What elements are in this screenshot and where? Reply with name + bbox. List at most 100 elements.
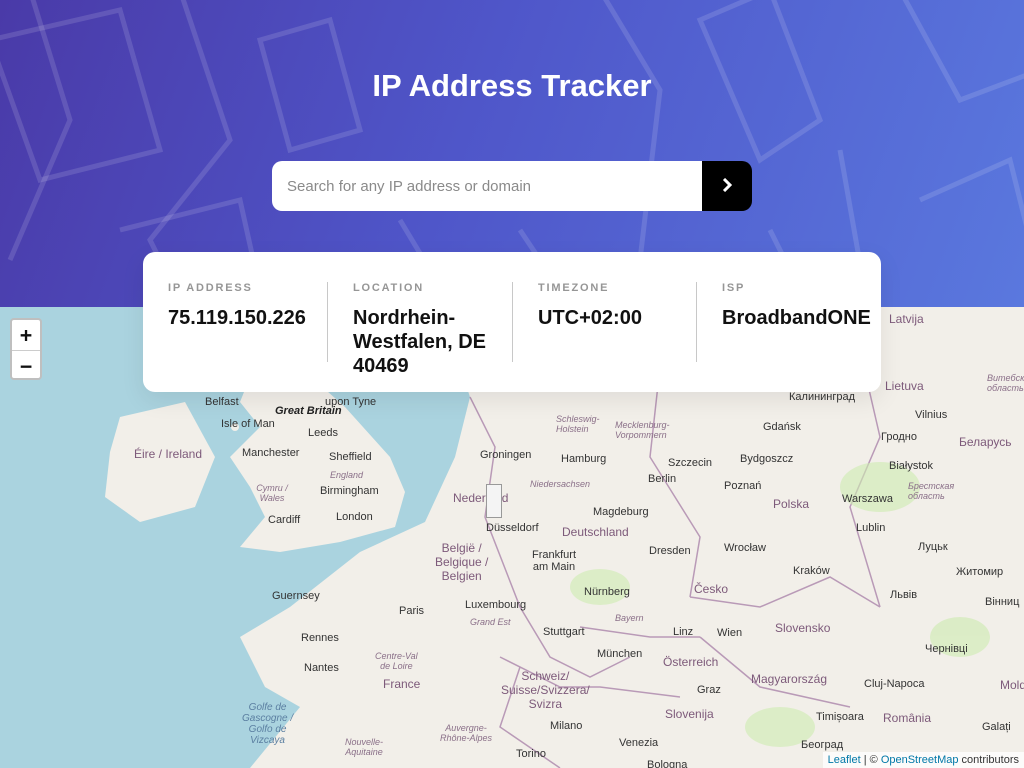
ip-address-section: IP ADDRESS 75.119.150.226 bbox=[168, 282, 313, 330]
map-label: Paris bbox=[399, 605, 425, 617]
map-label: Stuttgart bbox=[543, 626, 585, 638]
map-label: Österreich bbox=[663, 655, 719, 669]
map-label: Poznań bbox=[724, 480, 762, 492]
ip-info-card: IP ADDRESS 75.119.150.226 LOCATION Nordr… bbox=[143, 252, 881, 392]
openstreetmap-link[interactable]: OpenStreetMap bbox=[881, 754, 959, 766]
map-label: Gdańsk bbox=[763, 421, 801, 433]
map-label: Луцьк bbox=[918, 541, 948, 553]
map-label: Isle of Man bbox=[221, 418, 275, 430]
map-label: Беларусь bbox=[959, 435, 1012, 449]
map-label: Graz bbox=[697, 684, 721, 696]
map-label: Éire / Ireland bbox=[134, 447, 203, 461]
map-label: Düsseldorf bbox=[486, 522, 539, 534]
map-label: Bayern bbox=[615, 613, 644, 623]
map-label: upon Tyne bbox=[325, 396, 377, 408]
map-label: Moldo bbox=[1000, 678, 1024, 692]
map-label: Cluj-Napoca bbox=[864, 678, 925, 690]
ip-address-value: 75.119.150.226 bbox=[168, 307, 306, 329]
map-label: London bbox=[336, 511, 373, 523]
map-label: Гродно bbox=[881, 431, 917, 443]
chevron-right-icon bbox=[722, 177, 733, 195]
map-label: Schweiz/ Suisse/Svizzera/ Svizra bbox=[501, 669, 590, 711]
map-label: England bbox=[330, 470, 364, 480]
map-label: Milano bbox=[550, 720, 583, 732]
timezone-label: TIMEZONE bbox=[538, 282, 610, 294]
map-label: Львів bbox=[890, 589, 918, 601]
map-label: Galați bbox=[982, 721, 1011, 733]
map-label: Guernsey bbox=[272, 590, 320, 602]
map-label: Брестская область bbox=[908, 481, 955, 501]
map-label: Vilnius bbox=[915, 409, 948, 421]
isp-value: BroadbandONE bbox=[722, 307, 871, 329]
map-label: Чернівці bbox=[925, 643, 968, 655]
map-label: Cymru / Wales bbox=[256, 483, 288, 503]
zoom-out-button[interactable]: − bbox=[12, 350, 40, 381]
map-label: Frankfurt am Main bbox=[532, 549, 577, 573]
map-label: Витебская область bbox=[987, 373, 1024, 393]
map-label: München bbox=[597, 648, 643, 660]
location-marker-icon[interactable] bbox=[486, 484, 502, 518]
attribution-separator: | © bbox=[860, 754, 881, 766]
divider bbox=[512, 282, 513, 362]
attribution-suffix: contributors bbox=[958, 754, 1019, 766]
map-label: Nantes bbox=[304, 662, 339, 674]
map-label: România bbox=[883, 711, 932, 725]
map-label: Szczecin bbox=[668, 457, 713, 469]
zoom-control: + − bbox=[10, 318, 42, 380]
map-label: Latvija bbox=[889, 312, 924, 326]
map-label: Kraków bbox=[793, 565, 830, 577]
map-label: Auvergne- Rhône-Alpes bbox=[440, 723, 493, 743]
map-label: Nouvelle- Aquitaine bbox=[345, 737, 384, 757]
leaflet-link[interactable]: Leaflet bbox=[828, 754, 861, 766]
location-section: LOCATION Nordrhein-Westfalen, DE 40469 bbox=[353, 282, 493, 378]
map-label: Hamburg bbox=[561, 453, 607, 465]
map-label: Slovensko bbox=[775, 621, 831, 635]
map-label: Nürnberg bbox=[584, 586, 630, 598]
map-label: Mecklenburg- Vorpommern bbox=[615, 420, 670, 440]
map-label: Polska bbox=[773, 497, 810, 511]
map-label: Bydgoszcz bbox=[740, 453, 794, 465]
map-label: Warszawa bbox=[842, 493, 893, 505]
map-label: Leeds bbox=[308, 427, 338, 439]
map-label: Luxembourg bbox=[465, 599, 527, 611]
divider bbox=[696, 282, 697, 362]
map-label: Birmingham bbox=[320, 485, 379, 497]
location-label: LOCATION bbox=[353, 282, 425, 294]
map-label: Belfast bbox=[205, 396, 239, 408]
map-label: Калининград bbox=[789, 391, 856, 403]
map-label: Niedersachsen bbox=[530, 479, 591, 489]
map-label: Manchester bbox=[242, 447, 300, 459]
divider bbox=[327, 282, 328, 362]
zoom-in-button[interactable]: + bbox=[12, 320, 40, 350]
map-label: Dresden bbox=[649, 545, 691, 557]
map-label: Berlin bbox=[648, 473, 677, 485]
map-label: Grand Est bbox=[470, 617, 511, 627]
map-label: Lublin bbox=[856, 522, 886, 534]
map-label: Groningen bbox=[480, 449, 532, 461]
timezone-section: TIMEZONE UTC+02:00 bbox=[538, 282, 688, 330]
search-input[interactable] bbox=[272, 161, 702, 211]
map-label: Linz bbox=[673, 626, 694, 638]
timezone-value: UTC+02:00 bbox=[538, 307, 642, 329]
map-label: Česko bbox=[694, 582, 729, 596]
ip-address-label: IP ADDRESS bbox=[168, 282, 253, 294]
map-label: Rennes bbox=[301, 632, 339, 644]
map-label: België / Belgique / Belgien bbox=[435, 541, 489, 583]
map-label: Вінниц bbox=[985, 596, 1020, 608]
map-label: Slovenija bbox=[665, 707, 714, 721]
map-attribution: Leaflet | © OpenStreetMap contributors bbox=[822, 752, 1024, 768]
map-label: Београд bbox=[801, 739, 844, 751]
map-label: Sheffield bbox=[329, 451, 372, 463]
map-label: Torino bbox=[516, 748, 546, 760]
map-label: Venezia bbox=[619, 737, 659, 749]
isp-section: ISP BroadbandONE bbox=[722, 282, 872, 330]
search-submit-button[interactable] bbox=[702, 161, 752, 211]
isp-label: ISP bbox=[722, 282, 746, 294]
map-label: Wrocław bbox=[724, 542, 766, 554]
map-label: Schleswig- Holstein bbox=[556, 414, 600, 434]
map-label: Magyarország bbox=[751, 672, 828, 686]
map-label: Golfe de Gascogne / Golfo de Vizcaya bbox=[242, 702, 294, 746]
search-bar bbox=[272, 161, 752, 211]
map-label: Lietuva bbox=[885, 379, 924, 393]
map-label: Timișoara bbox=[816, 711, 864, 723]
